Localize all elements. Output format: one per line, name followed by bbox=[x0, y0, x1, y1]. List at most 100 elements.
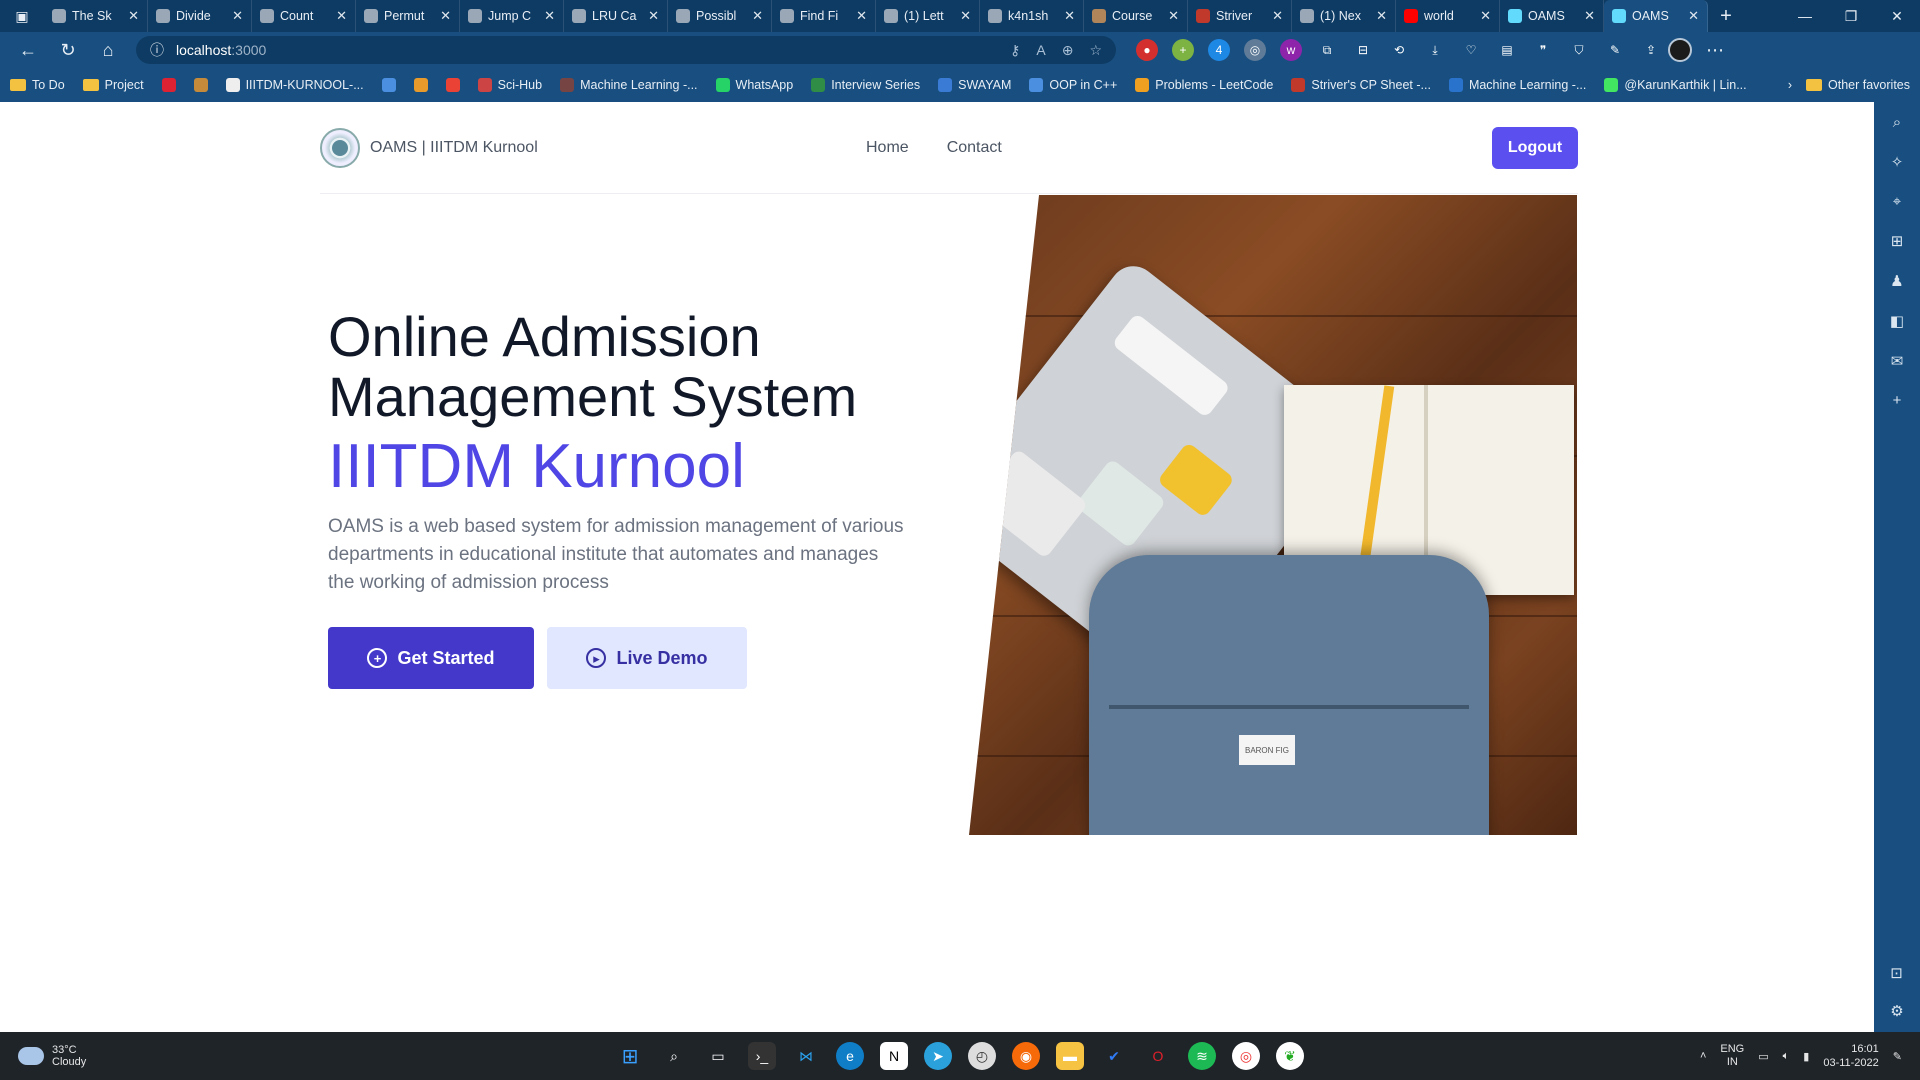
browser-tab[interactable]: Divide ✕ bbox=[148, 0, 252, 32]
browser-tab[interactable]: Possibl ✕ bbox=[668, 0, 772, 32]
tab-close-icon[interactable]: ✕ bbox=[856, 8, 867, 24]
favorite-star-icon[interactable]: ☆ bbox=[1089, 42, 1102, 59]
vscode-icon[interactable]: ⋈ bbox=[792, 1042, 820, 1070]
extension-plus-icon[interactable]: + bbox=[1172, 39, 1194, 61]
bookmark-item[interactable]: Machine Learning -... bbox=[560, 78, 698, 92]
bookmark-item[interactable]: Project bbox=[82, 78, 144, 92]
tab-close-icon[interactable]: ✕ bbox=[1272, 8, 1283, 24]
bookmark-item[interactable]: Sci-Hub bbox=[477, 78, 542, 92]
bookmark-item[interactable]: Interview Series bbox=[811, 78, 920, 92]
tab-close-icon[interactable]: ✕ bbox=[544, 8, 555, 24]
weather-widget[interactable]: 33°C Cloudy bbox=[18, 1044, 86, 1068]
nav-contact-link[interactable]: Contact bbox=[947, 139, 1002, 157]
extension-4m-icon[interactable]: 4 bbox=[1208, 39, 1230, 61]
logout-button[interactable]: Logout bbox=[1492, 126, 1578, 169]
brand[interactable]: OAMS | IIITDM Kurnool bbox=[320, 127, 538, 168]
tab-close-icon[interactable]: ✕ bbox=[128, 8, 139, 24]
extension-adblock-icon[interactable]: ● bbox=[1136, 39, 1158, 61]
todo-icon[interactable]: ✔ bbox=[1100, 1042, 1128, 1070]
start-icon[interactable]: ⊞ bbox=[616, 1042, 644, 1070]
clock-app-icon[interactable]: ◴ bbox=[968, 1042, 996, 1070]
close-window-icon[interactable]: ✕ bbox=[1874, 0, 1920, 32]
edge-icon[interactable]: e bbox=[836, 1042, 864, 1070]
battery-icon[interactable]: ▮ bbox=[1803, 1050, 1809, 1063]
bookmark-item[interactable]: IIITDM-KURNOOL-... bbox=[225, 78, 364, 92]
bookmark-item[interactable] bbox=[161, 78, 176, 92]
browser-tab[interactable]: (1) Lett ✕ bbox=[876, 0, 980, 32]
tab-close-icon[interactable]: ✕ bbox=[960, 8, 971, 24]
extensions-puzzle-icon[interactable]: ⧉ bbox=[1316, 39, 1338, 61]
tab-close-icon[interactable]: ✕ bbox=[1480, 8, 1491, 24]
url-bar[interactable]: ⓘ localhost:3000 ⚷ A ⊕ ☆ bbox=[136, 36, 1116, 64]
bookmark-item[interactable]: Striver's CP Sheet -... bbox=[1291, 78, 1431, 92]
quote-icon[interactable]: ❞ bbox=[1532, 39, 1554, 61]
collections-icon[interactable]: ▤ bbox=[1496, 39, 1518, 61]
add-icon[interactable]: + bbox=[1893, 392, 1902, 409]
browser-tab[interactable]: Permut ✕ bbox=[356, 0, 460, 32]
bookmark-item[interactable] bbox=[193, 78, 208, 92]
more-options-icon[interactable]: ⋯ bbox=[1706, 40, 1724, 61]
browser-tab[interactable]: Jump C ✕ bbox=[460, 0, 564, 32]
outlook-icon[interactable]: ✉ bbox=[1891, 352, 1904, 370]
terminal-icon[interactable]: ›_ bbox=[748, 1042, 776, 1070]
zoom-icon[interactable]: ⊕ bbox=[1062, 42, 1074, 59]
home-icon[interactable]: ⌂ bbox=[88, 34, 128, 66]
tab-close-icon[interactable]: ✕ bbox=[440, 8, 451, 24]
search-taskbar-icon[interactable]: ⌕ bbox=[660, 1042, 688, 1070]
share-icon[interactable]: ⇪ bbox=[1640, 39, 1662, 61]
tab-close-icon[interactable]: ✕ bbox=[1376, 8, 1387, 24]
health-icon[interactable]: ♡ bbox=[1460, 39, 1482, 61]
games-icon[interactable]: ♟ bbox=[1890, 272, 1903, 290]
bookmark-item[interactable] bbox=[413, 78, 428, 92]
notion-icon[interactable]: N bbox=[880, 1042, 908, 1070]
volume-icon[interactable]: 🔈︎ bbox=[1783, 1050, 1790, 1063]
browser-tab[interactable]: Course ✕ bbox=[1084, 0, 1188, 32]
chevron-right-icon[interactable]: › bbox=[1788, 78, 1792, 92]
bookmark-item[interactable]: Machine Learning -... bbox=[1448, 78, 1586, 92]
task-view-icon[interactable]: ▭ bbox=[704, 1042, 732, 1070]
tab-close-icon[interactable]: ✕ bbox=[336, 8, 347, 24]
firefox-icon[interactable]: ◉ bbox=[1012, 1042, 1040, 1070]
nav-home-link[interactable]: Home bbox=[866, 139, 909, 157]
browser-tab[interactable]: world ✕ bbox=[1396, 0, 1500, 32]
get-started-button[interactable]: + Get Started bbox=[328, 627, 534, 689]
key-icon[interactable]: ⚷ bbox=[1010, 42, 1020, 59]
browser-tab[interactable]: LRU Ca ✕ bbox=[564, 0, 668, 32]
discover-icon[interactable]: ✧ bbox=[1891, 153, 1904, 171]
live-demo-button[interactable]: ▸ Live Demo bbox=[547, 627, 747, 689]
browser-tab[interactable]: The Sk ✕ bbox=[44, 0, 148, 32]
tab-close-icon[interactable]: ✕ bbox=[752, 8, 763, 24]
file-explorer-icon[interactable]: ▬ bbox=[1056, 1042, 1084, 1070]
refresh-icon[interactable]: ↻ bbox=[48, 34, 88, 66]
bookmark-item[interactable]: To Do bbox=[10, 78, 65, 92]
sidebar-toggle-icon[interactable]: ⊡ bbox=[1890, 964, 1903, 982]
minimize-icon[interactable]: — bbox=[1782, 0, 1828, 32]
tab-close-icon[interactable]: ✕ bbox=[648, 8, 659, 24]
display-icon[interactable]: ▭ bbox=[1758, 1050, 1768, 1063]
bookmark-item[interactable] bbox=[381, 78, 396, 92]
tab-close-icon[interactable]: ✕ bbox=[1584, 8, 1595, 24]
browser-tab[interactable]: Count ✕ bbox=[252, 0, 356, 32]
language-indicator[interactable]: ENG IN bbox=[1720, 1043, 1744, 1069]
extension-target-icon[interactable]: ◎ bbox=[1244, 39, 1266, 61]
tab-close-icon[interactable]: ✕ bbox=[1168, 8, 1179, 24]
spotify-icon[interactable]: ≋ bbox=[1188, 1042, 1216, 1070]
telegram-icon[interactable]: ➤ bbox=[924, 1042, 952, 1070]
shopping-icon[interactable]: ⛉ bbox=[1568, 39, 1590, 61]
tools-icon[interactable]: ⊞ bbox=[1891, 232, 1904, 250]
extension-w-icon[interactable]: w bbox=[1280, 39, 1302, 61]
notification-icon[interactable]: ✎ bbox=[1893, 1050, 1902, 1063]
bookmark-item[interactable] bbox=[445, 78, 460, 92]
other-favorites[interactable]: Other favorites bbox=[1806, 78, 1910, 92]
browser-tab[interactable]: k4n1sh ✕ bbox=[980, 0, 1084, 32]
office-icon[interactable]: ◧ bbox=[1890, 312, 1904, 330]
browser-tab[interactable]: (1) Nex ✕ bbox=[1292, 0, 1396, 32]
opera-icon[interactable]: O bbox=[1144, 1042, 1172, 1070]
search-icon[interactable]: ⌕ bbox=[1893, 114, 1901, 131]
settings-gear-icon[interactable]: ⚙ bbox=[1890, 1002, 1903, 1020]
edit-icon[interactable]: ✎ bbox=[1604, 39, 1626, 61]
browser-tab[interactable]: OAMS ✕ bbox=[1604, 0, 1708, 32]
back-icon[interactable]: ← bbox=[8, 34, 48, 66]
browser-tab[interactable]: Find Fi ✕ bbox=[772, 0, 876, 32]
info-icon[interactable]: ⓘ bbox=[150, 40, 164, 60]
